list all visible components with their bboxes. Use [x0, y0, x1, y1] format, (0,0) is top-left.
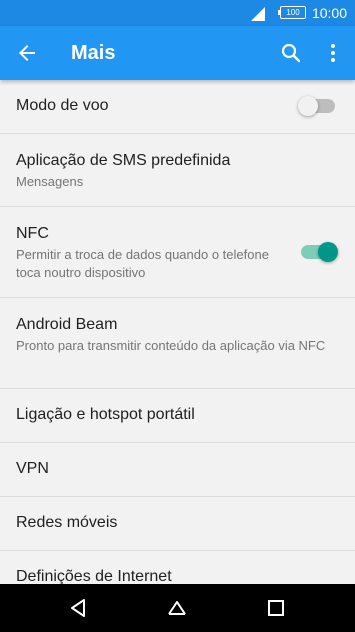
item-label: Definições de Internet	[16, 568, 172, 584]
search-icon[interactable]	[279, 41, 303, 65]
list-item-android-beam[interactable]: Android Beam Pronto para transmitir cont…	[0, 298, 355, 389]
signal-icon	[251, 7, 265, 21]
item-label: VPN	[16, 460, 49, 477]
switch-thumb	[318, 242, 338, 262]
list-item-default-sms-app[interactable]: Aplicação de SMS predefinida Mensagens	[0, 134, 355, 207]
list-item-internet-settings[interactable]: Definições de Internet	[0, 551, 355, 584]
list-item-vpn[interactable]: VPN	[0, 443, 355, 497]
item-summary: Pronto para transmitir conteúdo da aplic…	[16, 338, 326, 353]
nav-home-icon[interactable]	[167, 598, 187, 618]
list-item-tethering-hotspot[interactable]: Ligação e hotspot portátil	[0, 389, 355, 443]
item-summary: Permitir a troca de dados quando o telef…	[16, 247, 269, 280]
list-item-mobile-networks[interactable]: Redes móveis	[0, 497, 355, 551]
item-label: Android Beam	[16, 316, 118, 333]
nav-recents-icon[interactable]	[266, 598, 286, 618]
nfc-switch[interactable]	[301, 242, 338, 262]
app-bar: Mais	[0, 26, 355, 80]
list-item-nfc[interactable]: NFC Permitir a troca de dados quando o t…	[0, 207, 355, 298]
item-label: Ligação e hotspot portátil	[16, 406, 195, 423]
item-label: Redes móveis	[16, 514, 118, 531]
nav-back-icon[interactable]	[69, 598, 89, 618]
item-summary: Mensagens	[16, 174, 84, 189]
item-label: NFC	[16, 225, 49, 242]
item-label: Aplicação de SMS predefinida	[16, 152, 231, 169]
page-title: Mais	[71, 42, 116, 64]
airplane-mode-switch[interactable]	[298, 96, 335, 116]
more-vert-icon[interactable]	[321, 41, 345, 65]
list-item-airplane-mode[interactable]: Modo de voo	[0, 80, 355, 134]
battery-icon: 100	[278, 6, 306, 19]
clock: 10:00	[311, 5, 347, 21]
back-arrow-icon[interactable]	[15, 41, 39, 65]
battery-level: 100	[286, 8, 300, 17]
item-label: Modo de voo	[16, 97, 109, 114]
switch-thumb	[298, 96, 318, 116]
settings-list: Modo de voo Aplicação de SMS predefinida…	[0, 80, 355, 584]
status-bar: 100 10:00	[0, 0, 355, 26]
navigation-bar	[0, 584, 355, 632]
